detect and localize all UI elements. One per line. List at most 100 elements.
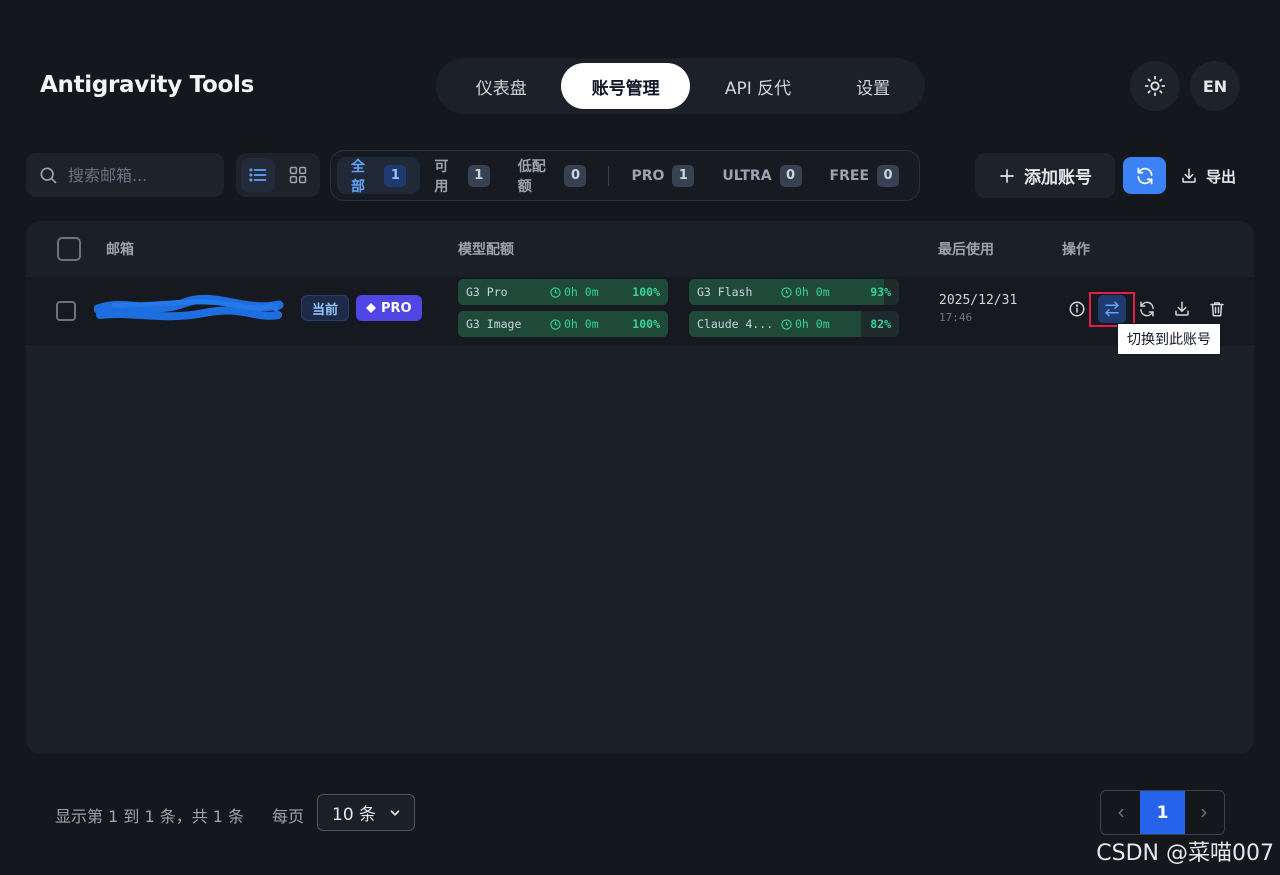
chevron-right-icon (1201, 808, 1207, 817)
list-icon (249, 168, 267, 182)
main-nav: 仪表盘 账号管理 API 反代 设置 (436, 58, 925, 114)
details-button[interactable] (1063, 295, 1091, 323)
view-mode-toggle (236, 153, 320, 197)
quota-model-name: G3 Flash (697, 285, 753, 299)
clock-icon (781, 286, 792, 298)
filter-count: 0 (877, 164, 900, 187)
next-page-button[interactable] (1185, 791, 1224, 834)
filter-divider (608, 165, 610, 186)
quota-reset: 0h 0m (781, 285, 830, 299)
search-icon (40, 167, 57, 184)
quota-model-name: G3 Pro (466, 285, 508, 299)
filter-label: 可用 (434, 158, 449, 195)
quota-reset-text: 0h 0m (564, 317, 599, 331)
export-account-button[interactable] (1168, 295, 1196, 323)
plan-label: PRO (381, 300, 412, 316)
filter-ultra[interactable]: ULTRA 0 (708, 157, 815, 194)
clock-icon (550, 318, 561, 330)
sun-icon (1144, 75, 1166, 97)
current-badge: 当前 (301, 295, 350, 321)
list-view-button[interactable] (241, 158, 275, 192)
filter-all[interactable]: 全部 1 (337, 157, 421, 195)
column-header-actions: 操作 (1062, 242, 1090, 258)
per-page-label: 每页 (272, 807, 305, 826)
filter-count: 0 (564, 164, 587, 187)
tab-accounts[interactable]: 账号管理 (561, 63, 690, 109)
refresh-icon (1137, 167, 1152, 184)
add-account-button[interactable]: 添加账号 (975, 153, 1115, 198)
search-input[interactable] (68, 165, 208, 185)
quota-bar-g3-image: G3 Image 0h 0m 100% (458, 311, 668, 337)
filter-label: FREE (829, 167, 870, 184)
quota-bar-claude: Claude 4... 0h 0m 82% (689, 311, 899, 337)
quota-percent: 100% (632, 317, 660, 331)
refresh-all-button[interactable] (1123, 157, 1166, 194)
trash-icon (1210, 302, 1224, 317)
filter-low-quota[interactable]: 低配额 0 (504, 157, 601, 195)
download-icon (1175, 301, 1189, 316)
quota-reset: 0h 0m (550, 317, 599, 331)
last-used-date: 2025/12/31 (939, 293, 1018, 308)
switch-account-tooltip: 切换到此账号 (1117, 323, 1221, 355)
delete-account-button[interactable] (1203, 295, 1231, 323)
last-used-time: 17:46 (939, 311, 973, 324)
filter-count: 1 (672, 164, 695, 187)
filter-count: 0 (779, 164, 802, 187)
table-row[interactable]: 当前 PRO G3 Pro 0h 0m 100% G3 Flash 0h 0m … (26, 277, 1254, 345)
per-page-value: 10 条 (332, 805, 377, 825)
column-header-quota: 模型配额 (458, 242, 514, 258)
download-icon (1182, 168, 1196, 183)
export-button[interactable]: 导出 (1180, 160, 1236, 192)
row-checkbox[interactable] (56, 301, 76, 321)
filter-label: 低配额 (517, 158, 546, 195)
filter-bar: 全部 1 可用 1 低配额 0 PRO 1 ULTRA 0 FREE 0 (330, 150, 920, 201)
pagination: 1 (1100, 790, 1225, 835)
chevron-down-icon (390, 809, 400, 816)
quota-reset: 0h 0m (781, 317, 830, 331)
app-title: Antigravity Tools (40, 72, 254, 98)
filter-label: 全部 (351, 158, 365, 195)
refresh-icon (1140, 301, 1154, 317)
add-account-label: 添加账号 (1024, 168, 1092, 188)
quota-bar-g3-flash: G3 Flash 0h 0m 93% (689, 279, 899, 305)
filter-available[interactable]: 可用 1 (420, 157, 503, 195)
export-label: 导出 (1206, 167, 1237, 186)
filter-label: PRO (631, 167, 665, 184)
tab-api-proxy[interactable]: API 反代 (690, 63, 826, 109)
refresh-quota-button[interactable] (1133, 295, 1161, 323)
redacted-email (94, 294, 284, 321)
chevron-left-icon (1118, 808, 1124, 817)
search-box (26, 153, 224, 197)
page-button-current[interactable]: 1 (1140, 791, 1185, 834)
quota-model-name: Claude 4... (697, 317, 774, 331)
filter-label: ULTRA (722, 167, 772, 184)
plan-badge: PRO (356, 295, 422, 321)
theme-toggle-button[interactable] (1130, 61, 1180, 111)
accounts-table: 邮箱 模型配额 最后使用 操作 当前 PRO G3 Pro 0h 0m 100% (26, 221, 1254, 754)
pagination-summary: 显示第 1 到 1 条，共 1 条 (55, 807, 245, 826)
grid-view-button[interactable] (281, 158, 315, 192)
clock-icon (781, 318, 792, 330)
tab-dashboard[interactable]: 仪表盘 (441, 63, 561, 109)
language-button[interactable]: EN (1190, 61, 1240, 111)
filter-pro[interactable]: PRO 1 (617, 157, 708, 194)
watermark: CSDN @菜喵007 (1096, 841, 1274, 866)
column-header-last-used: 最后使用 (938, 242, 994, 258)
quota-reset-text: 0h 0m (564, 285, 599, 299)
filter-count: 1 (384, 164, 407, 187)
plus-icon (1000, 168, 1014, 183)
quota-reset-text: 0h 0m (795, 317, 830, 331)
quota-reset: 0h 0m (550, 285, 599, 299)
switch-button-highlight (1089, 292, 1135, 327)
quota-bar-g3-pro: G3 Pro 0h 0m 100% (458, 279, 668, 305)
filter-free[interactable]: FREE 0 (816, 157, 913, 194)
prev-page-button[interactable] (1101, 791, 1140, 834)
filter-count: 1 (467, 164, 490, 187)
per-page-select[interactable]: 10 条 (317, 794, 415, 831)
quota-reset-text: 0h 0m (795, 285, 830, 299)
quota-percent: 100% (632, 285, 660, 299)
tab-settings[interactable]: 设置 (826, 63, 920, 109)
select-all-checkbox[interactable] (57, 237, 81, 261)
column-header-email: 邮箱 (106, 242, 134, 258)
diamond-icon (366, 303, 376, 313)
